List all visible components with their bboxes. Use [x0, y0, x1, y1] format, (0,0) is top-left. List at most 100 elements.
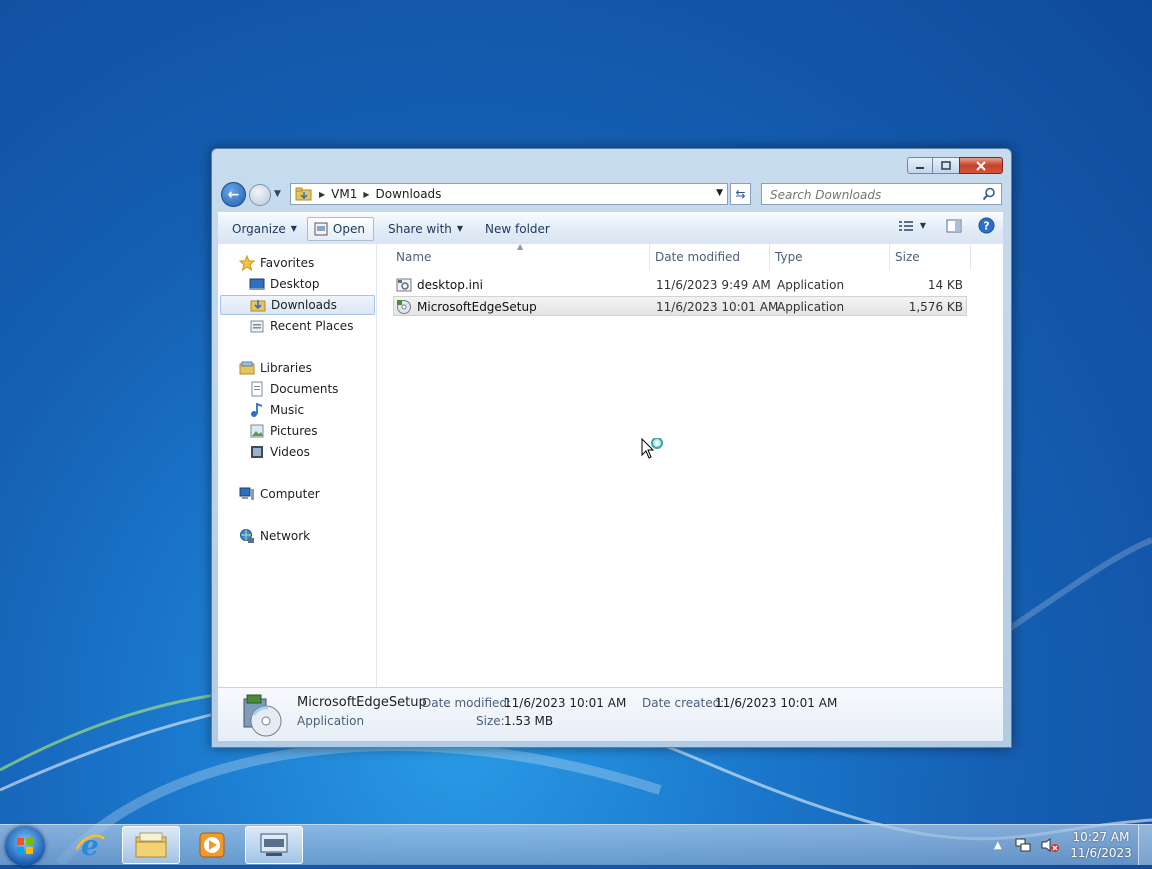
nav-recent-places[interactable]: Recent Places	[248, 316, 353, 336]
nav-videos[interactable]: Videos	[248, 442, 310, 462]
details-size-label: Size:	[476, 714, 505, 728]
column-header-size-label: Size	[895, 250, 920, 264]
volume-muted-icon[interactable]	[1040, 837, 1060, 853]
taskbar-on-screen-keyboard[interactable]	[245, 826, 303, 864]
file-type: Application	[777, 278, 845, 292]
nav-documents-label: Documents	[270, 382, 339, 396]
organize-label: Organize	[232, 221, 286, 236]
open-label: Open	[332, 221, 365, 236]
search-input[interactable]	[768, 185, 982, 205]
star-icon	[239, 255, 255, 271]
nav-network[interactable]: Network	[238, 526, 310, 546]
navigation-bar: ← ▼ ▶ VM1 ▶ Downloads ▼ ⇆	[220, 181, 1003, 207]
nav-computer-label: Computer	[260, 487, 320, 501]
taskbar-internet-explorer[interactable]: e	[61, 826, 119, 864]
file-name: MicrosoftEdgeSetup	[417, 300, 537, 314]
chevron-down-icon: ▼	[290, 224, 297, 233]
file-list: ▲ Name Date modified Type Size desktop.i…	[377, 242, 1003, 687]
taskbar-media-player[interactable]	[183, 826, 241, 864]
nav-music[interactable]: Music	[248, 400, 304, 420]
maximize-icon	[941, 161, 951, 170]
details-file-name: MicrosoftEdgeSetup	[297, 695, 427, 710]
search-icon[interactable]	[982, 187, 996, 201]
refresh-icon: ⇆	[735, 187, 746, 201]
address-dropdown-icon[interactable]: ▼	[716, 188, 723, 198]
caption-buttons	[907, 157, 1003, 174]
organize-button[interactable]: Organize ▼	[222, 218, 307, 240]
show-hidden-icons-icon[interactable]: ▲	[994, 840, 1002, 851]
show-desktop-button[interactable]	[1138, 825, 1152, 865]
nav-network-label: Network	[260, 529, 311, 543]
system-clock[interactable]: 10:27 AM 11/6/2023	[1066, 829, 1136, 861]
close-button[interactable]	[959, 157, 1003, 174]
column-header-date-label: Date modified	[655, 250, 741, 264]
downloads-folder-icon	[250, 300, 266, 312]
folder-icon	[135, 832, 167, 858]
clock-time: 10:27 AM	[1072, 830, 1130, 844]
music-icon	[251, 402, 263, 417]
new-folder-button[interactable]: New folder	[475, 218, 560, 240]
history-dropdown-icon[interactable]: ▼	[274, 189, 281, 199]
content-area: Favorites Desktop Downloads Recent Place…	[218, 242, 1003, 687]
taskbar-windows-explorer[interactable]	[122, 826, 180, 864]
refresh-button[interactable]: ⇆	[730, 183, 751, 205]
system-tray: ▲	[994, 825, 1060, 865]
file-row-selected[interactable]: MicrosoftEdgeSetup 11/6/2023 10:01 AM Ap…	[393, 296, 967, 316]
search-box[interactable]	[761, 183, 1002, 205]
share-with-label: Share with	[387, 221, 452, 236]
view-options-icon[interactable]	[898, 219, 914, 233]
nav-downloads-label: Downloads	[271, 298, 337, 312]
recent-places-icon	[250, 320, 264, 333]
navigation-pane: Favorites Desktop Downloads Recent Place…	[218, 244, 377, 687]
details-date-created-label: Date created:	[642, 696, 725, 710]
start-button[interactable]	[5, 826, 45, 866]
nav-favorites-label: Favorites	[260, 256, 315, 270]
network-status-icon[interactable]	[1014, 837, 1032, 853]
address-bar[interactable]: ▶ VM1 ▶ Downloads ▼	[290, 183, 728, 205]
maximize-button[interactable]	[933, 157, 959, 174]
share-with-button[interactable]: Share with ▼	[378, 218, 473, 240]
desktop-icon	[249, 278, 265, 290]
column-header-type[interactable]: Type	[770, 244, 890, 270]
nav-libraries[interactable]: Libraries	[238, 358, 312, 378]
file-type: Application	[777, 300, 845, 314]
column-header-name[interactable]: Name	[391, 244, 650, 270]
nav-libraries-label: Libraries	[260, 361, 312, 375]
file-row[interactable]: desktop.ini 11/6/2023 9:49 AM Applicatio…	[393, 275, 967, 295]
minimize-button[interactable]	[907, 157, 933, 174]
view-dropdown-icon[interactable]: ▼	[920, 221, 926, 230]
nav-documents[interactable]: Documents	[248, 379, 338, 399]
nav-computer[interactable]: Computer	[238, 484, 320, 504]
breadcrumb-vm1[interactable]: VM1	[331, 187, 357, 201]
taskbar: e ▲ 10:27 AM 11/6/2023	[0, 824, 1152, 866]
libraries-icon	[239, 361, 255, 375]
nav-desktop-label: Desktop	[270, 277, 320, 291]
nav-pictures[interactable]: Pictures	[248, 421, 318, 441]
back-button[interactable]: ←	[221, 182, 246, 207]
minimize-icon	[916, 166, 924, 169]
settings-file-icon	[396, 278, 412, 292]
column-header-name-label: Name	[396, 250, 432, 264]
nav-videos-label: Videos	[270, 445, 310, 459]
internet-explorer-icon: e	[75, 829, 106, 861]
column-header-date-modified[interactable]: Date modified	[650, 244, 770, 270]
close-icon	[976, 160, 986, 171]
media-player-icon	[199, 832, 225, 858]
open-button[interactable]: Open	[306, 216, 374, 241]
svg-text:e: e	[81, 829, 99, 861]
breadcrumb-downloads[interactable]: Downloads	[376, 187, 442, 201]
preview-pane-icon[interactable]	[946, 219, 962, 233]
nav-downloads[interactable]: Downloads	[220, 295, 375, 315]
nav-pictures-label: Pictures	[270, 424, 318, 438]
breadcrumb-separator-icon[interactable]: ▶	[319, 190, 325, 199]
nav-desktop[interactable]: Desktop	[248, 274, 320, 294]
help-icon[interactable]: ?	[978, 217, 995, 234]
forward-button[interactable]	[249, 184, 271, 206]
column-header-size[interactable]: Size	[890, 244, 971, 270]
nav-favorites[interactable]: Favorites	[238, 253, 314, 273]
busy-cursor-icon	[641, 438, 663, 459]
computer-icon	[239, 487, 254, 500]
documents-icon	[251, 381, 263, 397]
nav-music-label: Music	[270, 403, 305, 417]
breadcrumb-separator-icon[interactable]: ▶	[363, 190, 369, 199]
